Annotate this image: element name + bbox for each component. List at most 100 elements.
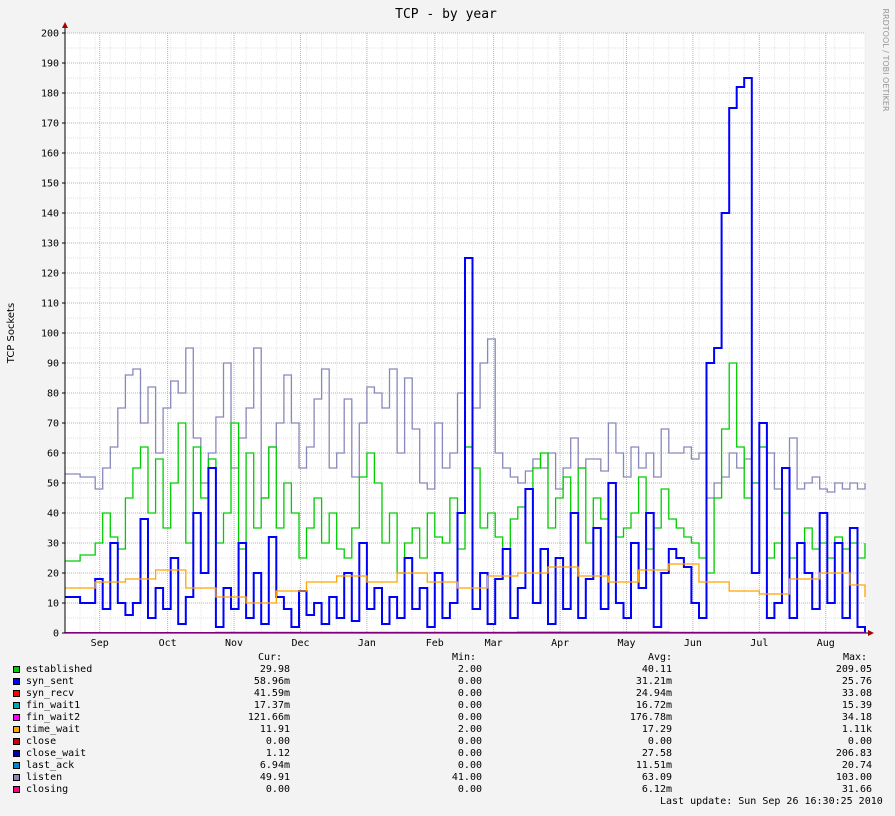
legend-max-header: Max: <box>843 652 868 663</box>
y-tick-label: 170 <box>41 119 59 130</box>
y-tick-label: 0 <box>53 629 59 640</box>
legend-label: established <box>26 664 93 675</box>
legend-max-value: 15.39 <box>841 700 872 711</box>
legend-row-last-ack: last_ack 6.94m 0.00 11.51m 20.74 <box>0 760 895 772</box>
legend-min-value: 0.00 <box>457 784 482 795</box>
legend-min-value: 0.00 <box>457 688 482 699</box>
legend-cur-value: 11.91 <box>259 724 290 735</box>
legend-max-value: 20.74 <box>841 760 872 771</box>
legend-max-value: 33.08 <box>841 688 872 699</box>
legend-min-value: 2.00 <box>457 664 482 675</box>
legend-avg-value: 16.72m <box>635 700 672 711</box>
legend-label: syn_recv <box>26 688 75 699</box>
legend-avg-value: 27.58 <box>641 748 672 759</box>
y-tick-label: 70 <box>47 419 59 430</box>
x-tick-label: Mar <box>485 638 503 649</box>
legend-avg-value: 176.78m <box>629 712 672 723</box>
legend-cur-value: 0.00 <box>265 784 290 795</box>
legend-max-value: 34.18 <box>841 712 872 723</box>
y-tick-label: 90 <box>47 359 59 370</box>
legend-label: last_ack <box>26 760 75 771</box>
legend-max-value: 1.11k <box>841 724 872 735</box>
legend-swatch <box>13 678 20 685</box>
legend-row-fin-wait1: fin_wait1 17.37m 0.00 16.72m 15.39 <box>0 700 895 712</box>
x-tick-label: Feb <box>426 638 444 649</box>
y-tick-label: 50 <box>47 479 59 490</box>
legend-swatch <box>13 750 20 757</box>
legend-cur-value: 41.59m <box>253 688 290 699</box>
x-tick-label: Jan <box>358 638 376 649</box>
x-tick-label: Sep <box>91 638 109 649</box>
legend-min-value: 0.00 <box>457 760 482 771</box>
legend-cur-value: 6.94m <box>259 760 290 771</box>
legend-row-close-wait: close_wait 1.12 0.00 27.58 206.83 <box>0 748 895 760</box>
y-tick-label: 100 <box>41 329 59 340</box>
y-tick-label: 110 <box>41 299 59 310</box>
legend-label: listen <box>26 772 63 783</box>
legend-min-value: 0.00 <box>457 700 482 711</box>
legend-cur-value: 29.98 <box>259 664 290 675</box>
y-tick-label: 200 <box>41 29 59 40</box>
legend-max-value: 31.66 <box>841 784 872 795</box>
legend-label: close_wait <box>26 748 87 759</box>
legend-avg-value: 31.21m <box>635 676 672 687</box>
legend-row-closing: closing 0.00 0.00 6.12m 31.66 <box>0 784 895 796</box>
legend-swatch <box>13 738 20 745</box>
legend-cur-header: Cur: <box>258 652 283 663</box>
last-update: Last update: Sun Sep 26 16:30:25 2010 <box>660 796 883 807</box>
legend-swatch <box>13 666 20 673</box>
legend-label: syn_sent <box>26 676 75 687</box>
y-tick-label: 60 <box>47 449 59 460</box>
x-tick-label: Dec <box>291 638 309 649</box>
legend-swatch <box>13 774 20 781</box>
y-tick-label: 140 <box>41 209 59 220</box>
legend-min-value: 2.00 <box>457 724 482 735</box>
legend-min-value: 0.00 <box>457 748 482 759</box>
x-tick-label: May <box>617 638 635 649</box>
legend-row-close: close 0.00 0.00 0.00 0.00 <box>0 736 895 748</box>
y-tick-label: 160 <box>41 149 59 160</box>
x-tick-label: Apr <box>551 638 569 649</box>
legend-swatch <box>13 714 20 721</box>
legend-label: time_wait <box>26 724 81 735</box>
legend-swatch <box>13 726 20 733</box>
legend-cur-value: 17.37m <box>253 700 290 711</box>
legend-row-established: established 29.98 2.00 40.11 209.05 <box>0 664 895 676</box>
legend-row-syn-recv: syn_recv 41.59m 0.00 24.94m 33.08 <box>0 688 895 700</box>
legend-label: fin_wait1 <box>26 700 81 711</box>
legend-avg-value: 40.11 <box>641 664 672 675</box>
y-tick-label: 10 <box>47 599 59 610</box>
legend-min-value: 0.00 <box>457 712 482 723</box>
x-tick-label: Jul <box>750 638 768 649</box>
y-tick-label: 40 <box>47 509 59 520</box>
legend-label: closing <box>26 784 69 795</box>
legend-swatch <box>13 690 20 697</box>
rrdtool-watermark: RRDTOOL / TOBI OETIKER <box>881 8 890 111</box>
legend-swatch <box>13 702 20 709</box>
legend-avg-value: 63.09 <box>641 772 672 783</box>
legend-cur-value: 121.66m <box>247 712 290 723</box>
x-tick-label: Jun <box>684 638 702 649</box>
legend-max-value: 0.00 <box>847 736 872 747</box>
legend-avg-value: 0.00 <box>647 736 672 747</box>
legend-max-value: 25.76 <box>841 676 872 687</box>
y-tick-label: 80 <box>47 389 59 400</box>
legend-label: fin_wait2 <box>26 712 81 723</box>
legend-header: Cur: Min: Avg: Max: <box>0 652 895 664</box>
legend-avg-header: Avg: <box>648 652 673 663</box>
legend-row-time-wait: time_wait 11.91 2.00 17.29 1.11k <box>0 724 895 736</box>
legend-swatch <box>13 786 20 793</box>
legend-row-fin-wait2: fin_wait2 121.66m 0.00 176.78m 34.18 <box>0 712 895 724</box>
y-tick-label: 130 <box>41 239 59 250</box>
legend-cur-value: 1.12 <box>265 748 290 759</box>
legend-cur-value: 0.00 <box>265 736 290 747</box>
legend-min-value: 41.00 <box>451 772 482 783</box>
legend-avg-value: 6.12m <box>641 784 672 795</box>
y-tick-label: 150 <box>41 179 59 190</box>
legend-min-value: 0.00 <box>457 676 482 687</box>
legend-cur-value: 49.91 <box>259 772 290 783</box>
y-tick-label: 190 <box>41 59 59 70</box>
y-tick-label: 20 <box>47 569 59 580</box>
legend-min-value: 0.00 <box>457 736 482 747</box>
legend-row-listen: listen 49.91 41.00 63.09 103.00 <box>0 772 895 784</box>
